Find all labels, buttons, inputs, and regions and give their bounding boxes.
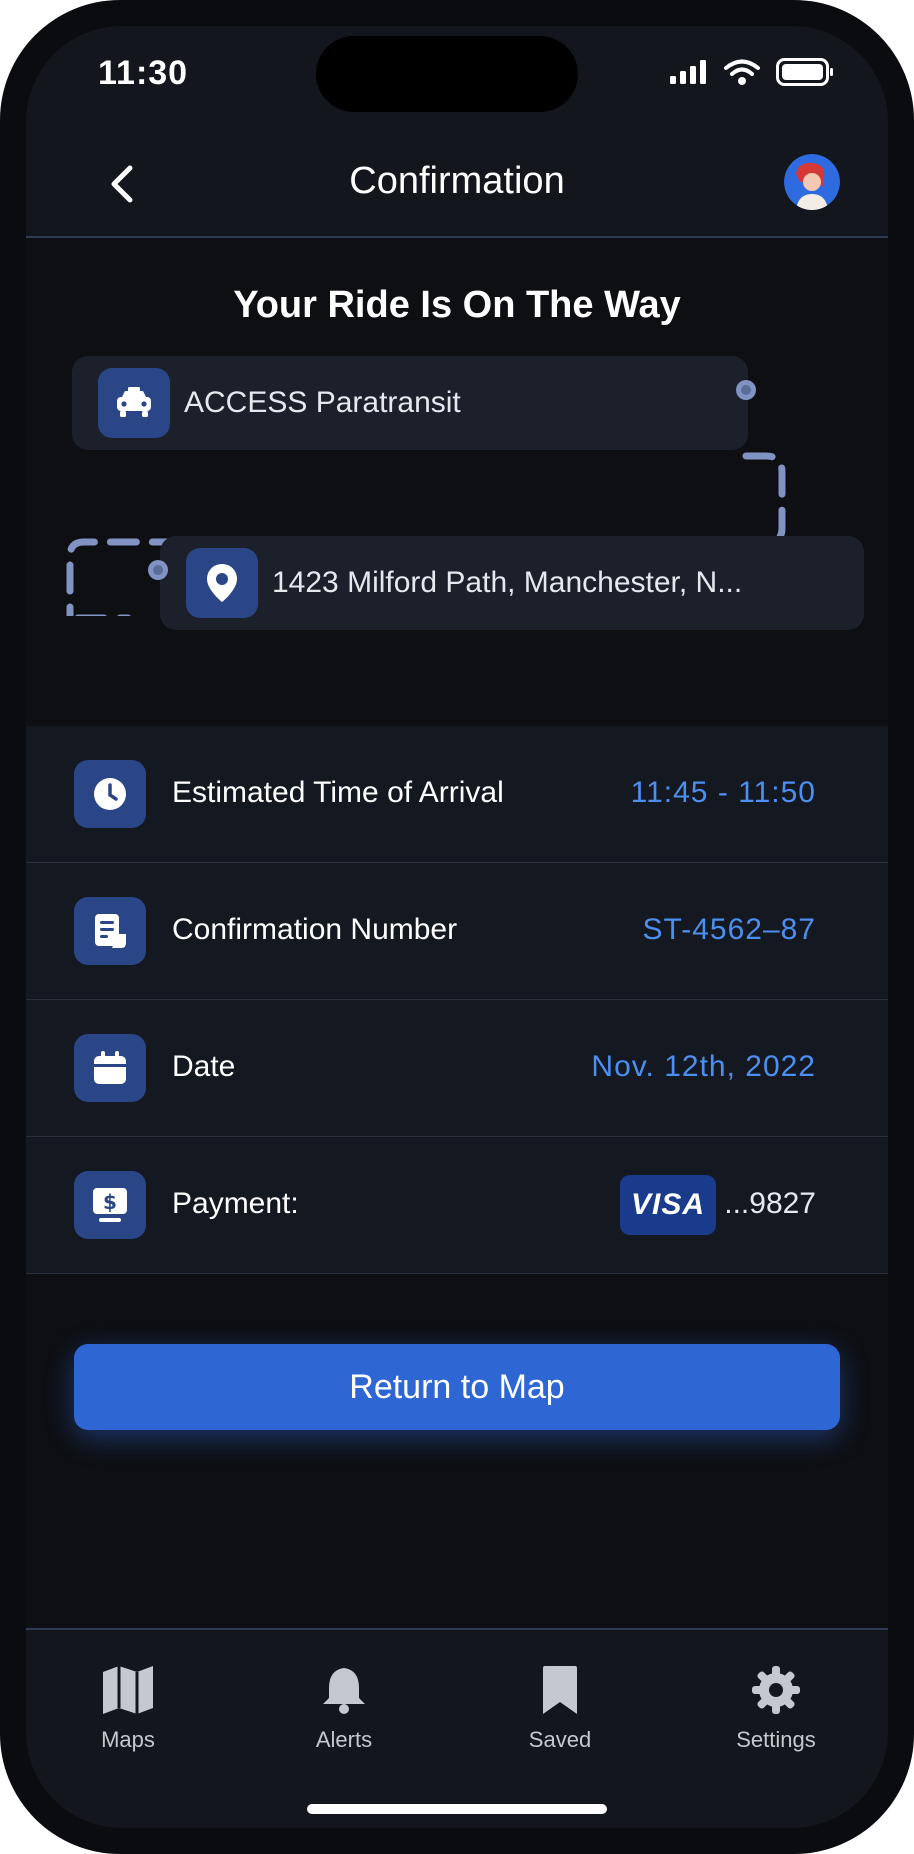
destination-node-icon <box>148 560 168 580</box>
card-last-digits: ...9827 <box>724 1187 816 1220</box>
tab-saved-label: Saved <box>528 1727 592 1752</box>
visa-logo-text: VISA <box>630 1188 706 1221</box>
payment-screen-icon: $ <box>93 1188 127 1222</box>
taxi-icon <box>117 387 151 417</box>
tab-bar: Maps Alerts Saved Settings <box>26 1628 888 1828</box>
tab-maps-label: Maps <box>101 1727 155 1752</box>
date-row: Date Nov. 12th, 2022 <box>26 1000 888 1137</box>
route-overlay: ACCESS Paratransit 1423 Milford Path, Ma… <box>26 356 888 630</box>
confirmation-row: Confirmation Number ST-4562–87 <box>26 863 888 1000</box>
tab-settings[interactable]: Settings <box>696 1664 856 1753</box>
status-time: 11:30 <box>98 54 189 92</box>
dynamic-island <box>316 36 578 112</box>
tab-settings-label: Settings <box>736 1727 816 1752</box>
visa-card-badge: VISA <box>620 1175 716 1235</box>
svg-text:$: $ <box>103 1190 117 1214</box>
gear-icon <box>752 1666 800 1714</box>
cellular-signal-icon <box>670 60 706 84</box>
profile-picture-icon <box>784 154 840 210</box>
calendar-icon <box>94 1051 126 1084</box>
confirmation-value: ST-4562–87 <box>642 913 816 946</box>
tab-alerts-label: Alerts <box>315 1727 373 1752</box>
bell-icon <box>323 1668 365 1714</box>
page-title: Confirmation <box>349 160 565 202</box>
destination-label: 1423 Milford Path, Manchester, N... <box>272 566 743 599</box>
headline: Your Ride Is On The Way <box>233 284 681 326</box>
clock-icon <box>94 778 126 810</box>
location-pin-icon <box>207 564 237 602</box>
confirmation-icon-box <box>74 897 146 965</box>
origin-node-icon <box>736 380 756 400</box>
tab-maps[interactable]: Maps <box>48 1664 208 1753</box>
tab-saved[interactable]: Saved <box>480 1664 640 1753</box>
avatar[interactable] <box>784 154 840 210</box>
destination-icon-box <box>186 548 258 618</box>
destination-card[interactable]: 1423 Milford Path, Manchester, N... <box>160 536 864 630</box>
status-icons <box>670 58 834 86</box>
screen: 11:30 Confirmation Your Ride Is On The W… <box>26 26 888 1828</box>
date-icon-box <box>74 1034 146 1102</box>
eta-value: 11:45 - 11:50 <box>630 776 816 809</box>
wifi-icon <box>724 59 760 85</box>
eta-icon-box <box>74 760 146 828</box>
phone-frame: 11:30 Confirmation Your Ride Is On The W… <box>0 0 914 1854</box>
ride-details: Estimated Time of Arrival 11:45 - 11:50 … <box>26 726 888 1274</box>
home-indicator[interactable] <box>307 1804 607 1814</box>
payment-icon-box: $ <box>74 1171 146 1239</box>
return-to-map-button[interactable]: Return to Map <box>74 1344 840 1430</box>
origin-icon-box <box>98 368 170 438</box>
date-value: Nov. 12th, 2022 <box>591 1050 816 1083</box>
eta-label: Estimated Time of Arrival <box>172 776 504 809</box>
payment-label: Payment: <box>172 1187 299 1220</box>
payment-row[interactable]: $ Payment: VISA ...9827 <box>26 1137 888 1274</box>
confirmation-label: Confirmation Number <box>172 913 458 946</box>
bookmark-icon <box>543 1666 577 1714</box>
map-icon <box>103 1666 153 1714</box>
origin-label: ACCESS Paratransit <box>184 386 461 419</box>
receipt-icon <box>95 914 126 948</box>
eta-row: Estimated Time of Arrival 11:45 - 11:50 <box>26 726 888 863</box>
top-bar-divider <box>26 236 888 238</box>
tab-alerts[interactable]: Alerts <box>264 1664 424 1753</box>
battery-icon <box>776 58 833 86</box>
origin-card[interactable]: ACCESS Paratransit <box>72 356 748 450</box>
date-label: Date <box>172 1050 236 1083</box>
